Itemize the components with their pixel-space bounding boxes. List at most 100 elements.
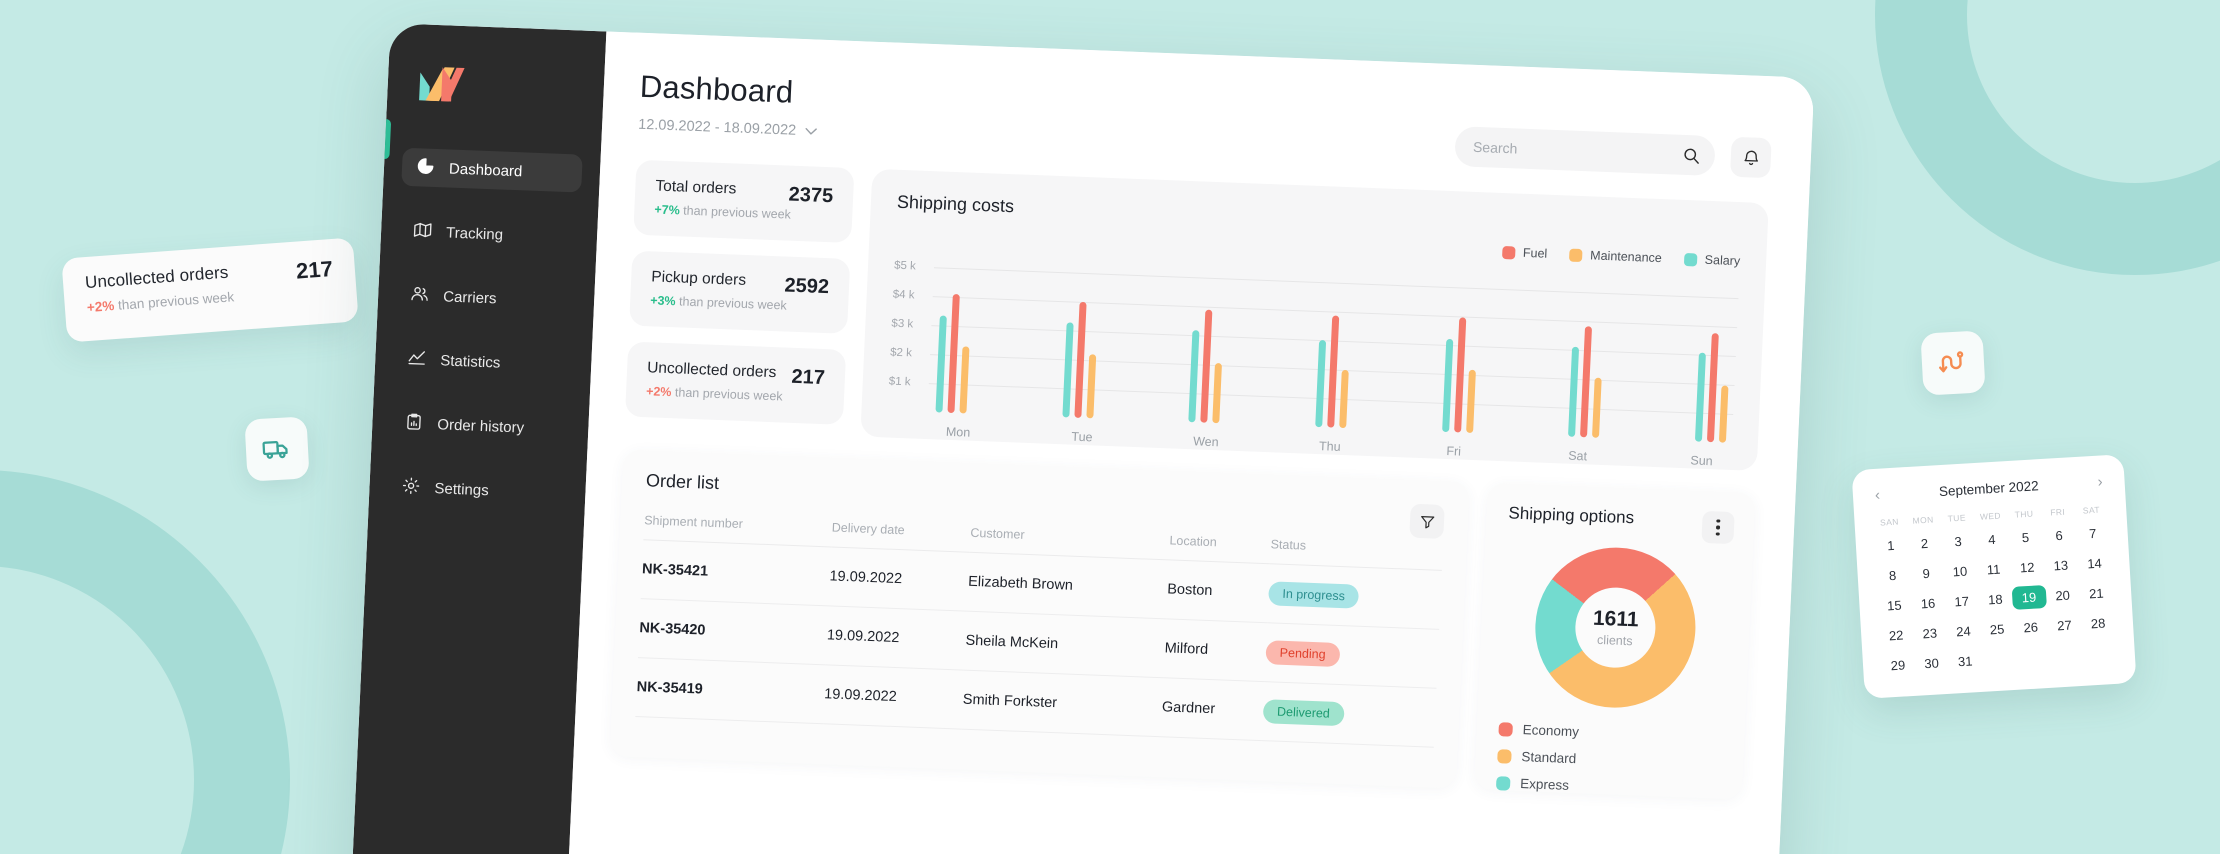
calendar-day[interactable]: 16 [1911, 591, 1946, 616]
truck-icon-badge [244, 416, 310, 482]
calendar-day[interactable]: 25 [1980, 617, 2015, 642]
sidebar-item-statistics[interactable]: Statistics [392, 340, 574, 385]
sidebar-item-label: Order history [437, 415, 525, 437]
y-tick-label: $5 k [893, 259, 917, 273]
stat-card-pickup-orders: Pickup orders +3% than previous week 259… [629, 250, 851, 334]
calendar-day[interactable]: 28 [2081, 611, 2116, 636]
calendar-day[interactable]: 10 [1942, 559, 1977, 584]
stat-delta: +2% [645, 384, 672, 400]
app-window: Dashboard Tracking Carriers Statistics O… [347, 23, 1815, 854]
clipboard-icon [404, 411, 424, 435]
kebab-menu-icon[interactable] [1701, 510, 1735, 545]
calendar-day[interactable]: 31 [1948, 649, 1983, 674]
calendar-day[interactable]: 22 [1879, 623, 1914, 648]
calendar-day[interactable]: 6 [2042, 523, 2077, 548]
table-cell: Sheila McKein [964, 611, 1166, 678]
calendar-day[interactable]: 18 [1978, 587, 2013, 612]
sidebar-item-label: Carriers [442, 287, 497, 307]
calendar-day[interactable]: 29 [1880, 653, 1915, 678]
table-cell-status: In progress [1267, 563, 1442, 630]
table-cell: Gardner [1160, 677, 1265, 741]
calendar-day[interactable]: 17 [1944, 589, 1979, 614]
stat-card-total-orders: Total orders +7% than previous week 2375 [633, 159, 855, 243]
bar-group [1188, 309, 1225, 424]
calendar-day[interactable]: 30 [1914, 651, 1949, 676]
calendar-day[interactable]: 14 [2077, 551, 2112, 576]
bar-salary [935, 315, 947, 413]
sidebar-item-dashboard[interactable]: Dashboard [401, 147, 583, 193]
calendar-day[interactable]: 27 [2047, 613, 2082, 638]
filter-button[interactable] [1409, 503, 1445, 539]
legend-swatch [1683, 252, 1698, 266]
order-table-body: NK-35421 19.09.2022 Elizabeth Brown Boston I… [635, 539, 1442, 748]
chart-plot-area: $1 k $2 k $3 k $4 k $5 k Mon Tue Wen Thu Fri Sat S… [887, 237, 1739, 468]
legend-label: Fuel [1522, 245, 1548, 261]
calendar-day[interactable]: 7 [2075, 521, 2110, 546]
legend-item-salary: Salary [1683, 252, 1740, 268]
calendar-day[interactable]: 24 [1946, 619, 1981, 644]
chart-bars [935, 253, 1733, 443]
bar-fuel [1706, 333, 1719, 443]
upper-grid: Total orders +7% than previous week 2375… [624, 159, 1769, 471]
app-window-wrapper: Dashboard Tracking Carriers Statistics O… [347, 23, 1815, 854]
stat-delta: +7% [654, 202, 681, 218]
y-tick-label: $3 k [891, 317, 914, 331]
search-box[interactable] [1454, 126, 1716, 177]
sidebar: Dashboard Tracking Carriers Statistics O… [347, 23, 607, 854]
calendar-day[interactable]: 8 [1875, 563, 1910, 588]
bar-fuel [1327, 315, 1340, 428]
sidebar-item-settings[interactable]: Settings [387, 467, 569, 512]
shipping-legend-item: Economy [1498, 721, 1723, 745]
calendar-day[interactable]: 15 [1877, 593, 1912, 618]
logo-icon [419, 67, 465, 102]
shipping-options-legend: Economy Standard Express [1495, 721, 1723, 799]
bar-salary [1188, 330, 1200, 423]
calendar-day[interactable]: 21 [2079, 581, 2114, 606]
calendar-day[interactable]: 13 [2043, 553, 2078, 578]
table-cell: NK-35419 [635, 657, 826, 724]
calendar-day[interactable]: 12 [2010, 555, 2045, 580]
legend-swatch [1497, 748, 1512, 764]
bar-maintenance [1592, 377, 1602, 438]
calendar-day[interactable]: 23 [1912, 621, 1947, 646]
calendar-day[interactable]: 20 [2045, 583, 2080, 608]
calendar-day[interactable]: 2 [1907, 531, 1942, 556]
calendar-day[interactable]: 5 [2008, 525, 2043, 550]
notifications-button[interactable] [1729, 136, 1772, 179]
map-icon [413, 220, 433, 244]
y-tick-label: $4 k [892, 288, 915, 302]
sidebar-item-order-history[interactable]: Order history [390, 403, 572, 448]
sidebar-item-tracking[interactable]: Tracking [398, 212, 580, 257]
shipping-costs-chart-card: Shipping costs Fuel Maintenance Salary $… [860, 168, 1769, 471]
calendar-day[interactable]: 4 [1974, 527, 2009, 552]
search-icon[interactable] [1681, 145, 1701, 165]
table-cell-status: Pending [1264, 622, 1440, 689]
sidebar-item-label: Tracking [445, 223, 504, 244]
date-range-selector[interactable]: 12.09.2022 - 18.09.2022 [638, 117, 818, 140]
chevron-left-icon[interactable]: ‹ [1870, 486, 1884, 504]
bar-salary [1062, 322, 1074, 418]
donut-label: clients [1596, 632, 1633, 649]
search-input[interactable] [1472, 138, 1683, 163]
sidebar-item-label: Dashboard [448, 160, 523, 180]
calendar-day[interactable]: 3 [1941, 529, 1976, 554]
table-cell: Milford [1163, 618, 1268, 682]
x-tick-label: Thu [1318, 439, 1341, 454]
stat-delta: +3% [649, 293, 676, 309]
chevron-right-icon[interactable]: › [2093, 473, 2107, 491]
calendar-day[interactable]: 9 [1909, 561, 1944, 586]
bell-icon [1743, 150, 1758, 165]
pie-chart-icon [416, 156, 436, 180]
calendar-day[interactable]: 26 [2013, 615, 2048, 640]
calendar-day[interactable]: 1 [1873, 533, 1908, 558]
logistics-logo[interactable] [417, 64, 467, 104]
calendar-day-selected[interactable]: 19 [2011, 584, 2047, 610]
x-tick-label: Sat [1567, 448, 1588, 464]
sidebar-item-carriers[interactable]: Carriers [395, 276, 577, 321]
calendar-weekday: THU [2014, 508, 2034, 520]
bar-fuel [947, 293, 960, 414]
bar-maintenance [1339, 369, 1349, 429]
bar-salary [1694, 352, 1706, 442]
table-cell-status: Delivered [1261, 681, 1437, 748]
calendar-day[interactable]: 11 [1976, 557, 2011, 582]
